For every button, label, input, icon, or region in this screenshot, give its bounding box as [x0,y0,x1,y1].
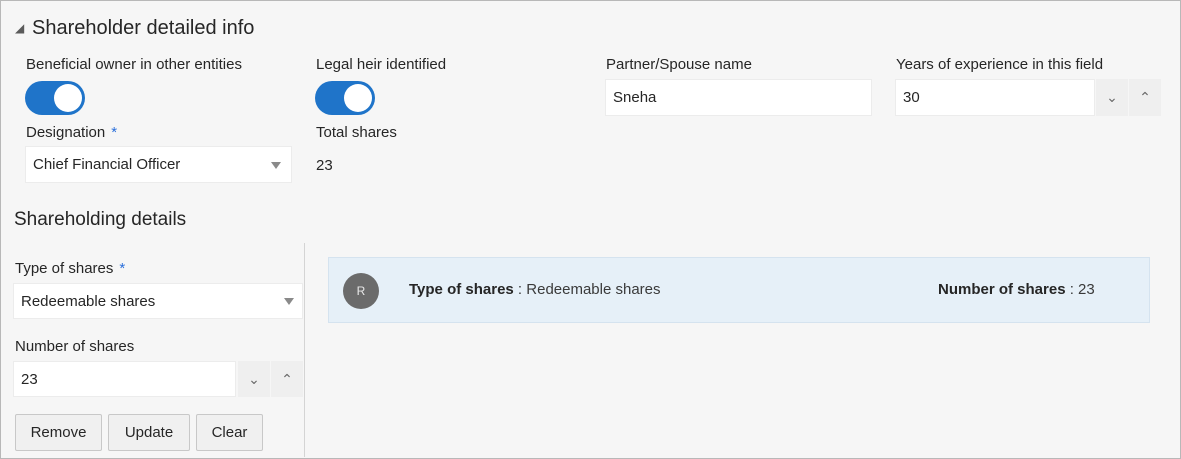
card-type-key: Type of shares [409,281,514,298]
designation-select[interactable]: Chief Financial Officer [25,146,292,183]
legal-heir-toggle[interactable] [315,81,375,115]
shareholder-panel: ◢ Shareholder detailed info Beneficial o… [0,0,1181,459]
partner-name-label: Partner/Spouse name [606,56,752,73]
experience-increment-button[interactable]: ⌃ [1129,79,1161,116]
experience-decrement-button[interactable]: ⌄ [1096,79,1128,116]
chevron-down-icon [271,162,281,169]
type-of-shares-label: Type of shares * [15,260,125,277]
toggle-knob [54,84,82,112]
chevron-up-icon: ⌃ [281,370,293,387]
shareholding-title: Shareholding details [14,209,187,230]
number-of-shares-label: Number of shares [15,338,135,355]
partner-name-input[interactable]: Sneha [605,79,872,116]
chevron-down-icon: ⌄ [248,370,260,387]
legal-heir-label: Legal heir identified [316,56,447,73]
designation-label: Designation * [26,124,117,141]
type-of-shares-value: Redeemable shares [21,292,156,310]
experience-value: 30 [903,89,920,106]
required-indicator: * [119,260,126,277]
beneficial-owner-label: Beneficial owner in other entities [26,56,242,73]
card-number-of-shares: Number of shares : 23 [938,281,1095,298]
chevron-down-icon [284,298,294,305]
card-type-of-shares: Type of shares : Redeemable shares [409,281,661,298]
required-indicator: * [111,124,118,141]
type-of-shares-select[interactable]: Redeemable shares [13,283,303,319]
total-shares-label: Total shares [316,124,397,141]
shares-decrement-button[interactable]: ⌄ [238,361,270,397]
remove-button[interactable]: Remove [15,414,102,451]
total-shares-value: 23 [316,157,333,174]
update-button[interactable]: Update [108,414,190,451]
card-number-key: Number of shares [938,281,1066,298]
collapse-triangle-icon[interactable]: ◢ [15,21,24,35]
beneficial-owner-toggle[interactable] [25,81,85,115]
designation-value: Chief Financial Officer [33,156,181,173]
pane-divider [304,243,305,457]
experience-input[interactable]: 30 [895,79,1095,116]
section-title: Shareholder detailed info [32,17,255,39]
card-type-value: : Redeemable shares [513,281,661,298]
share-record-card[interactable]: R Type of shares : Redeemable shares Num… [328,257,1150,323]
number-of-shares-value: 23 [21,370,38,388]
experience-label: Years of experience in this field [896,56,1104,73]
shares-increment-button[interactable]: ⌃ [271,361,303,397]
designation-label-text: Designation [26,124,106,141]
toggle-knob [344,84,372,112]
chevron-up-icon: ⌃ [1139,89,1151,105]
chevron-down-icon: ⌄ [1106,89,1118,105]
card-number-value: : 23 [1065,281,1095,298]
partner-name-value: Sneha [613,89,657,106]
type-of-shares-label-text: Type of shares [15,260,114,277]
number-of-shares-input[interactable]: 23 [13,361,236,397]
clear-button[interactable]: Clear [196,414,263,451]
avatar: R [343,273,379,309]
